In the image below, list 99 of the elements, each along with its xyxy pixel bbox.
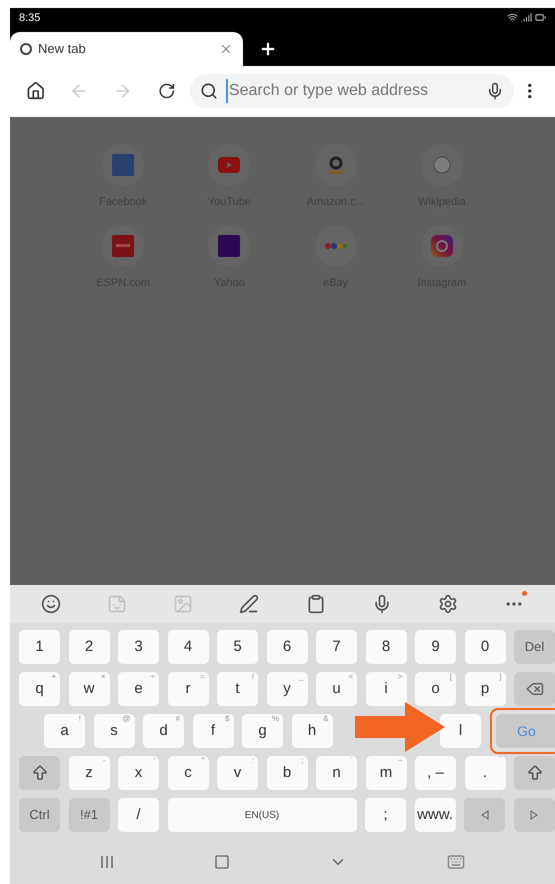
key-hint: ' [153,757,155,766]
keyboard-key[interactable]: 8 [366,630,406,664]
left-triangle-icon [480,810,488,820]
address-input[interactable]: Search or type web address [226,79,486,104]
square-logo-icon [112,154,134,176]
keyboard-key[interactable]: Ctrl [19,798,60,832]
keyboard-key[interactable]: x ' [118,756,159,790]
shift-icon [526,764,544,782]
key-hint: × [100,673,106,682]
keyboard-key[interactable]: ; [365,798,406,832]
keyboard-key[interactable]: 6 [266,630,308,664]
key-hint: _ [299,673,304,682]
keyboard-icon[interactable] [447,853,466,872]
keyboard-key[interactable]: 3 [118,630,159,664]
keyboard-key[interactable]: o [ [415,672,456,706]
keyboard-key[interactable]: e ÷ [118,672,159,706]
keyboard-key[interactable]: z - [68,756,110,790]
keyboard-key[interactable]: 9 [415,630,456,664]
key-hint: / [252,673,254,682]
key-hint: $ [225,715,230,724]
keyboard-key[interactable]: y _ [266,672,308,706]
key-hint: ; [301,757,304,766]
search-icon [200,82,218,100]
key-hint: + [51,673,56,682]
keyboard-key[interactable]: i > [366,672,406,706]
key-hint: ÷ [150,673,155,682]
key-hint: ‾ [498,757,502,766]
keyboard-key[interactable]: a ! [44,714,85,748]
square-logo-icon [112,234,134,257]
right-triangle-icon [530,810,538,820]
keyboard-key[interactable]: , – [415,756,456,790]
key-hint: - [102,757,106,766]
keyboard-key[interactable]: w × [68,672,110,706]
key-hint: = [200,673,204,682]
key-hint: < [348,673,353,682]
browser-tab[interactable]: New tab [10,32,243,66]
tab-title: New tab [38,40,87,58]
square-logo-icon [218,234,240,257]
key-hint: [ [450,673,452,682]
keyboard-key[interactable]: p ] [464,672,506,706]
status-time: 8:35 [19,10,40,26]
keyboard-key[interactable] [514,672,555,706]
keyboard-key[interactable]: s @ [94,714,134,748]
keyboard-key[interactable]: h & [292,714,332,748]
keyboard-key[interactable]: b ; [266,756,308,790]
key-hint: ] [499,673,502,682]
keyboard-key[interactable]: 1 [19,630,60,664]
keyboard-key[interactable]: Del [514,630,555,664]
key-hint: > [398,673,402,682]
keyboard-key[interactable] [19,756,60,790]
recents-icon[interactable] [100,855,114,870]
key-hint: ` [350,757,353,766]
address-bar[interactable]: Search or type web address [190,74,514,108]
dots-logo-icon [324,242,347,250]
keyboard-key[interactable]: . ‾ [464,756,506,790]
keyboard-key[interactable]: g % [242,714,283,748]
key-hint: : [252,757,254,766]
camera-logo-icon [430,234,453,257]
keyboard-key[interactable]: !#1 [68,798,110,832]
emoji-icon[interactable] [41,594,62,614]
keyboard-key[interactable]: www. [414,798,456,832]
keyboard-key[interactable] [514,756,555,790]
keyboard-key[interactable]: l [440,714,481,748]
key-hint: & [323,715,328,724]
keyboard-key[interactable]: d # [143,714,184,748]
pen-icon[interactable] [239,594,260,614]
battery-icon [535,12,546,24]
keyboard-key[interactable]: r = [168,672,208,706]
keyboard-key[interactable]: c " [168,756,208,790]
new-tab-icon[interactable] [259,40,277,58]
keyboard-key[interactable]: q + [19,672,60,706]
keyboard-key[interactable]: EN(US) [168,798,356,832]
key-hint: % [272,715,279,724]
settings-icon[interactable] [438,594,458,614]
key-hint: @ [122,715,130,724]
shift-icon [30,764,48,782]
key-hint: ! [78,715,81,724]
keyboard-key[interactable]: / [118,798,159,832]
home-icon[interactable] [26,81,46,102]
keyboard-key[interactable]: v : [217,756,258,790]
keyboard-key[interactable]: f $ [192,714,234,748]
keyboard-key[interactable]: t / [217,672,258,706]
keyboard-key[interactable]: n ` [316,756,357,790]
keyboard-key[interactable]: 7 [316,630,357,664]
globe-icon [20,42,32,55]
key-hint: # [176,715,180,724]
keyboard-key[interactable]: m ~ [366,756,406,790]
keyboard-key[interactable]: 4 [168,630,208,664]
keyboard-key[interactable]: 2 [68,630,110,664]
clipboard-icon[interactable] [306,594,326,614]
keyboard-key[interactable]: 0 [464,630,506,664]
keyboard-key[interactable]: 5 [217,630,258,664]
key-hint: ~ [398,757,402,766]
keyboard-key[interactable]: u < [316,672,357,706]
reload-icon[interactable] [158,82,176,100]
globe-logo-icon [432,156,451,174]
play-logo-icon [218,157,240,174]
key-hint: " [202,757,204,766]
signal-icon [521,12,532,24]
